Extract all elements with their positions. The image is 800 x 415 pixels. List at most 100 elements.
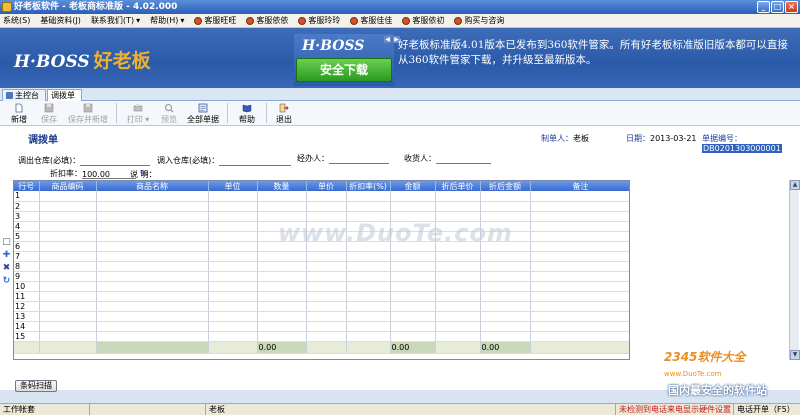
- table-cell[interactable]: [346, 251, 391, 262]
- vertical-scrollbar[interactable]: ▲ ▼: [789, 180, 800, 360]
- col-header[interactable]: 数量: [257, 181, 307, 191]
- table-cell[interactable]: [257, 281, 307, 292]
- table-cell[interactable]: [257, 271, 307, 282]
- discount-input[interactable]: 100.00: [82, 170, 136, 179]
- table-cell[interactable]: [306, 331, 347, 342]
- table-row[interactable]: 8: [14, 261, 629, 272]
- table-cell[interactable]: [96, 261, 209, 272]
- table-row[interactable]: 1: [14, 191, 629, 202]
- table-cell[interactable]: [480, 301, 531, 312]
- table-cell[interactable]: [257, 191, 307, 202]
- exit-button[interactable]: 退出: [271, 101, 297, 126]
- table-cell[interactable]: [39, 251, 97, 262]
- table-cell[interactable]: [39, 211, 97, 222]
- delete-row-icon[interactable]: ✖: [2, 264, 11, 273]
- doc-number-value[interactable]: DB0201303000001: [702, 144, 782, 153]
- preview-button[interactable]: 预览: [155, 101, 183, 126]
- document-icon[interactable]: □: [2, 238, 11, 247]
- table-cell[interactable]: [39, 201, 97, 212]
- table-cell[interactable]: [257, 311, 307, 322]
- barcode-scan-button[interactable]: 条码扫描: [15, 380, 57, 392]
- table-cell[interactable]: [96, 251, 209, 262]
- table-cell[interactable]: [306, 191, 347, 202]
- table-row[interactable]: 7: [14, 251, 629, 262]
- table-cell[interactable]: [480, 311, 531, 322]
- handler-input[interactable]: [329, 155, 389, 164]
- table-cell[interactable]: [530, 301, 629, 312]
- table-cell[interactable]: [39, 331, 97, 342]
- table-row[interactable]: 15: [14, 331, 629, 342]
- col-header[interactable]: 行号: [14, 181, 40, 191]
- table-cell[interactable]: [257, 321, 307, 332]
- menu-service-lingling[interactable]: 客服玲玲: [298, 15, 340, 26]
- table-cell[interactable]: [208, 251, 258, 262]
- scroll-down-icon[interactable]: ▼: [790, 350, 800, 360]
- table-cell[interactable]: [39, 321, 97, 332]
- table-cell[interactable]: [390, 191, 436, 202]
- in-warehouse-input[interactable]: [219, 157, 292, 166]
- table-cell[interactable]: [435, 311, 481, 322]
- table-cell[interactable]: [208, 261, 258, 272]
- table-cell[interactable]: [306, 251, 347, 262]
- table-cell[interactable]: [96, 301, 209, 312]
- table-cell[interactable]: [346, 281, 391, 292]
- table-cell[interactable]: [208, 231, 258, 242]
- table-cell[interactable]: [346, 291, 391, 302]
- col-header[interactable]: 商品编码: [39, 181, 97, 191]
- table-cell[interactable]: [39, 271, 97, 282]
- save-button[interactable]: 保存: [34, 101, 64, 126]
- table-cell[interactable]: [390, 331, 436, 342]
- table-cell[interactable]: [435, 201, 481, 212]
- table-cell[interactable]: [530, 211, 629, 222]
- table-cell[interactable]: [390, 321, 436, 332]
- chevron-left-icon[interactable]: ◀: [384, 36, 391, 43]
- table-cell[interactable]: [530, 321, 629, 332]
- table-cell[interactable]: [96, 281, 209, 292]
- status-phone-warning[interactable]: 未检测到电话来电显示硬件设置: [616, 403, 734, 415]
- table-cell[interactable]: [96, 321, 209, 332]
- menu-service-wangwang[interactable]: 客服旺旺: [194, 15, 236, 26]
- table-cell[interactable]: [390, 251, 436, 262]
- table-cell[interactable]: [530, 271, 629, 282]
- col-header[interactable]: 折后单价: [435, 181, 481, 191]
- table-cell[interactable]: [346, 331, 391, 342]
- table-cell[interactable]: [306, 301, 347, 312]
- table-cell[interactable]: [306, 291, 347, 302]
- table-cell[interactable]: [39, 231, 97, 242]
- table-cell[interactable]: [346, 311, 391, 322]
- new-button[interactable]: 新增: [4, 101, 34, 126]
- table-cell[interactable]: [480, 191, 531, 202]
- table-cell[interactable]: [257, 201, 307, 212]
- table-cell[interactable]: [96, 331, 209, 342]
- table-cell[interactable]: [306, 311, 347, 322]
- table-cell[interactable]: [530, 331, 629, 342]
- table-cell[interactable]: [306, 321, 347, 332]
- menu-buy-consult[interactable]: 购买与咨询: [454, 15, 504, 26]
- table-cell[interactable]: [530, 281, 629, 292]
- col-header[interactable]: 商品名称: [96, 181, 209, 191]
- menu-service-yichu[interactable]: 客服依初: [402, 15, 444, 26]
- table-cell[interactable]: [96, 191, 209, 202]
- table-cell[interactable]: [480, 291, 531, 302]
- table-cell[interactable]: [435, 331, 481, 342]
- table-cell[interactable]: [480, 331, 531, 342]
- table-cell[interactable]: [257, 301, 307, 312]
- table-cell[interactable]: [390, 201, 436, 212]
- table-cell[interactable]: [39, 191, 97, 202]
- table-cell[interactable]: [530, 311, 629, 322]
- table-cell[interactable]: [96, 231, 209, 242]
- table-cell[interactable]: [208, 241, 258, 252]
- table-cell[interactable]: [480, 271, 531, 282]
- table-cell[interactable]: [435, 251, 481, 262]
- col-header[interactable]: 备注: [530, 181, 629, 191]
- table-cell[interactable]: [208, 321, 258, 332]
- scroll-up-icon[interactable]: ▲: [790, 180, 800, 190]
- col-header[interactable]: 金额: [390, 181, 436, 191]
- table-row[interactable]: 2: [14, 201, 629, 212]
- menu-system[interactable]: 系统(S): [3, 15, 30, 26]
- table-cell[interactable]: [39, 311, 97, 322]
- table-cell[interactable]: [208, 291, 258, 302]
- table-cell[interactable]: [208, 201, 258, 212]
- table-cell[interactable]: [480, 321, 531, 332]
- table-cell[interactable]: [257, 261, 307, 272]
